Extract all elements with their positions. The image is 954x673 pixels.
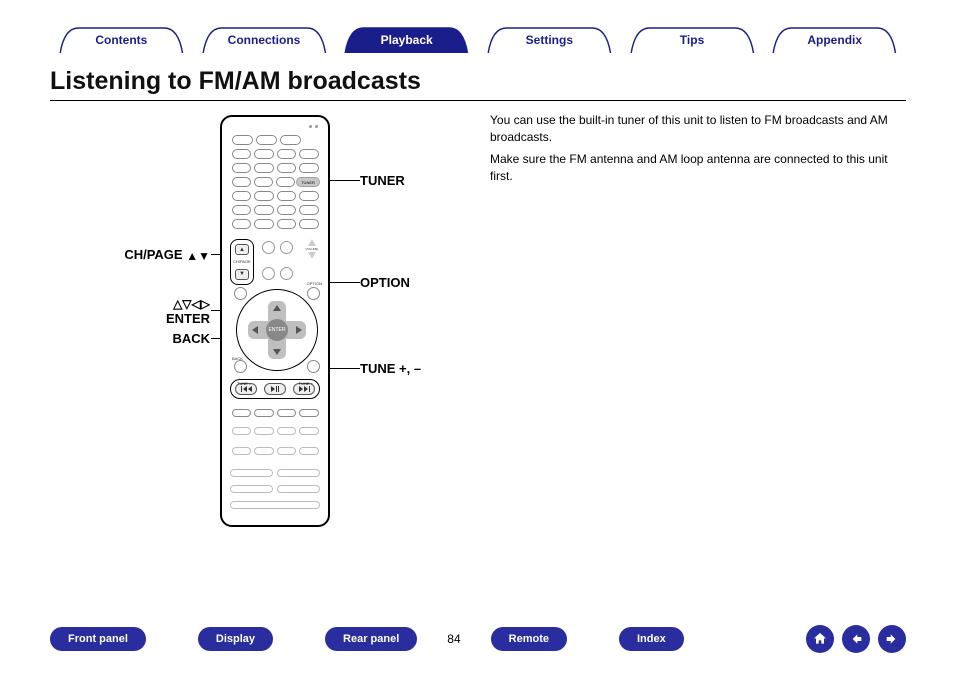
tab-label: Contents [95,33,147,47]
remote-body: TUNER ▲ CH/PAGE ▼ VOLUME OPTION BAC [220,115,330,527]
callout-arrows-enter: △▽◁▷ ENTER [60,295,210,326]
arrow-right-icon [884,631,900,647]
remote-row [230,485,320,493]
remote-row [230,205,320,215]
remote-back-label: BACK [232,356,243,361]
bottom-nav: Front panel Display Rear panel 84 Remote… [50,625,906,653]
tab-label: Connections [228,33,301,47]
remote-option-label: OPTION [307,281,322,286]
dpad-left-icon [252,326,258,334]
callout-tune: TUNE +, – [360,361,421,376]
remote-tune-group: TUNE – TUNE + [230,379,320,399]
tab-settings[interactable]: Settings [478,27,621,53]
remote-row [230,469,320,477]
remote-row [230,149,320,159]
tab-appendix[interactable]: Appendix [763,27,906,53]
tune-plus-label: TUNE + [299,381,313,386]
triangle-down-outline-icon: ▽ [182,297,191,311]
remote-row [230,163,320,173]
remote-corner-btn [234,287,247,300]
heading-divider [50,100,906,101]
nav-remote[interactable]: Remote [491,627,567,651]
remote-row [230,501,320,509]
nav-front-panel[interactable]: Front panel [50,627,146,651]
dpad-right-icon [296,326,302,334]
callout-tuner: TUNER [360,173,405,188]
tab-tips[interactable]: Tips [621,27,764,53]
callout-enter-label: ENTER [166,311,210,326]
home-icon [812,631,828,647]
nav-index[interactable]: Index [619,627,684,651]
triangle-left-outline-icon: ◁ [192,297,201,311]
callout-tune-label: TUNE +, – [360,361,421,376]
remote-chpage-up: ▲ [235,244,249,255]
remote-row [230,135,320,145]
callout-tuner-label: TUNER [360,173,405,188]
callout-chpage: CH/PAGE ▲▼ [60,247,210,263]
remote-corner-btn [307,360,320,373]
callout-chpage-label: CH/PAGE [124,247,182,262]
next-page-button[interactable] [878,625,906,653]
play-pause-icon [264,383,286,395]
callout-option: OPTION [360,275,410,290]
tab-label: Tips [680,33,704,47]
top-tabs: Contents Connections Playback Settings T… [50,27,906,53]
volume-down-icon [308,252,316,259]
body-text: You can use the built-in tuner of this u… [490,112,904,190]
triangle-down-icon: ▼ [198,249,210,263]
remote-small-btn [262,241,275,254]
page-title: Listening to FM/AM broadcasts [50,67,421,96]
triangle-right-outline-icon: ▷ [201,297,210,311]
tab-label: Settings [526,33,573,47]
remote-row [230,447,320,455]
nav-rear-panel[interactable]: Rear panel [325,627,417,651]
remote-row [230,219,320,229]
arrow-left-icon [848,631,864,647]
remote-chpage-down: ▼ [235,269,249,280]
remote-small-btn [262,267,275,280]
tab-connections[interactable]: Connections [193,27,336,53]
remote-row [230,191,320,201]
remote-enter-button: ENTER [266,319,288,341]
remote-dpad: OPTION BACK ENTER [236,289,318,371]
remote-back-btn [234,360,247,373]
dpad-down-icon [273,349,281,355]
remote-volume-label: VOLUME [305,247,318,251]
remote-chpage-label: CH/PAGE [233,259,251,264]
volume-up-icon [308,239,316,246]
remote-chpage-group: ▲ CH/PAGE ▼ [230,239,254,285]
remote-tuner-button: TUNER [296,177,320,187]
remote-row-tuner: TUNER [230,177,320,187]
dpad-up-icon [273,305,281,311]
tab-label: Playback [381,33,433,47]
tab-label: Appendix [807,33,862,47]
callout-back: BACK [60,331,210,346]
remote-row [230,427,320,435]
prev-page-button[interactable] [842,625,870,653]
remote-power-leds [309,125,318,128]
tab-contents[interactable]: Contents [50,27,193,53]
triangle-up-outline-icon: △ [173,297,182,311]
nav-display[interactable]: Display [198,627,273,651]
remote-diagram: CH/PAGE ▲▼ △▽◁▷ ENTER BACK TUNER OPTION … [60,115,480,555]
tab-playback[interactable]: Playback [335,27,478,53]
tune-minus-label: TUNE – [237,381,251,386]
body-p1: You can use the built-in tuner of this u… [490,112,904,147]
remote-small-btn [280,241,293,254]
remote-option-btn [307,287,320,300]
remote-small-btn [280,267,293,280]
remote-volume: VOLUME [305,239,318,259]
callout-option-label: OPTION [360,275,410,290]
triangle-up-icon: ▲ [186,249,198,263]
page-number: 84 [447,632,460,646]
callout-back-label: BACK [172,331,210,346]
page-icons [806,625,906,653]
remote-row [230,409,320,417]
home-button[interactable] [806,625,834,653]
body-p2: Make sure the FM antenna and AM loop ant… [490,151,904,186]
